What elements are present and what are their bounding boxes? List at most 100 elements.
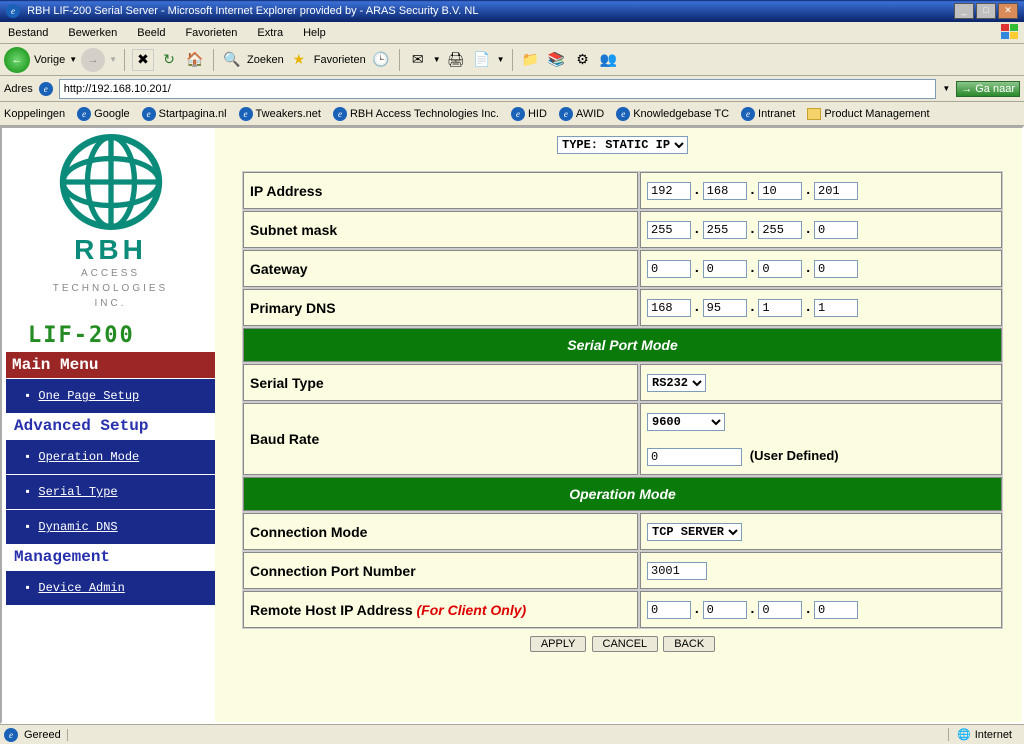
nav-device-admin[interactable]: Device Admin — [6, 570, 215, 605]
connection-mode-select[interactable]: TCP SERVER — [647, 523, 742, 541]
folder-icon[interactable]: 📁 — [520, 49, 542, 71]
url-icon: e — [39, 82, 53, 96]
history-icon[interactable]: 🕒 — [370, 49, 392, 71]
ip-octet-2[interactable] — [703, 182, 747, 200]
management-header: Management — [6, 544, 215, 570]
ip-octet-3[interactable] — [758, 182, 802, 200]
search-label[interactable]: Zoeken — [247, 54, 284, 66]
nav-one-page-setup[interactable]: One Page Setup — [6, 378, 215, 413]
window-title: RBH LIF-200 Serial Server - Microsoft In… — [27, 5, 478, 17]
remote-host-note: (For Client Only) — [417, 602, 527, 618]
address-input[interactable] — [59, 79, 937, 99]
back-dropdown-icon[interactable]: ▼ — [69, 55, 77, 64]
rh-octet-2[interactable] — [703, 601, 747, 619]
apply-button[interactable]: APPLY — [530, 636, 587, 652]
favorites-icon[interactable]: ★ — [288, 49, 310, 71]
link-kb[interactable]: eKnowledgebase TC — [616, 107, 729, 121]
main-menu-header: Main Menu — [6, 352, 215, 378]
brand-rbh: RBH — [6, 234, 215, 266]
sn-octet-3[interactable] — [758, 221, 802, 239]
link-hid[interactable]: eHID — [511, 107, 547, 121]
search-icon[interactable]: 🔍 — [221, 49, 243, 71]
nav-dynamic-dns[interactable]: Dynamic DNS — [6, 509, 215, 544]
close-button[interactable]: ✕ — [998, 3, 1018, 19]
back-button-form[interactable]: BACK — [663, 636, 715, 652]
section-serial-port-mode: Serial Port Mode — [243, 328, 1002, 362]
connection-port-label: Connection Port Number — [243, 552, 638, 589]
dns-octet-2[interactable] — [703, 299, 747, 317]
back-button[interactable]: ← — [4, 47, 30, 73]
ip-address-label: IP Address — [243, 172, 638, 209]
baud-user-defined-label: (User Defined) — [750, 448, 839, 463]
link-awid[interactable]: eAWID — [559, 107, 604, 121]
gw-octet-3[interactable] — [758, 260, 802, 278]
rh-octet-3[interactable] — [758, 601, 802, 619]
baud-rate-label: Baud Rate — [243, 403, 638, 475]
home-icon[interactable]: 🏠 — [184, 49, 206, 71]
menu-extra[interactable]: Extra — [253, 25, 287, 41]
connection-mode-label: Connection Mode — [243, 513, 638, 550]
address-dropdown-icon[interactable]: ▼ — [942, 84, 950, 93]
link-prodmgmt[interactable]: Product Management — [807, 108, 929, 120]
section-operation-mode: Operation Mode — [243, 477, 1002, 511]
mail-dropdown-icon[interactable]: ▼ — [433, 55, 441, 64]
brand-sub1: ACCESS — [6, 266, 215, 281]
refresh-icon[interactable]: ↻ — [158, 49, 180, 71]
research-icon[interactable]: 📚 — [546, 49, 568, 71]
menu-help[interactable]: Help — [299, 25, 330, 41]
serial-type-select[interactable]: RS232 — [647, 374, 706, 392]
mail-icon[interactable]: ✉ — [407, 49, 429, 71]
sn-octet-4[interactable] — [814, 221, 858, 239]
gw-octet-2[interactable] — [703, 260, 747, 278]
dns-octet-3[interactable] — [758, 299, 802, 317]
edit-dropdown-icon[interactable]: ▼ — [497, 55, 505, 64]
forward-button[interactable]: → — [81, 48, 105, 72]
forward-dropdown-icon[interactable]: ▼ — [109, 55, 117, 64]
link-tweakers[interactable]: eTweakers.net — [239, 107, 321, 121]
baud-rate-select[interactable]: 9600 — [647, 413, 725, 431]
messenger-icon[interactable]: 👥 — [598, 49, 620, 71]
brand-sub2: TECHNOLOGIES — [6, 281, 215, 296]
status-zone: Internet — [975, 729, 1012, 741]
extra1-icon[interactable]: ⚙ — [572, 49, 594, 71]
sn-octet-1[interactable] — [647, 221, 691, 239]
ip-octet-1[interactable] — [647, 182, 691, 200]
nav-operation-mode[interactable]: Operation Mode — [6, 439, 215, 474]
dns-octet-4[interactable] — [814, 299, 858, 317]
link-rbh[interactable]: eRBH Access Technologies Inc. — [333, 107, 499, 121]
subnet-label: Subnet mask — [243, 211, 638, 248]
ip-octet-4[interactable] — [814, 182, 858, 200]
nav-serial-type[interactable]: Serial Type — [6, 474, 215, 509]
menu-bewerken[interactable]: Bewerken — [64, 25, 121, 41]
advanced-setup-header: Advanced Setup — [6, 413, 215, 439]
remote-host-label: Remote Host IP Address (For Client Only) — [243, 591, 638, 628]
type-select[interactable]: TYPE: STATIC IP — [557, 136, 688, 154]
back-label[interactable]: Vorige — [34, 54, 65, 66]
serial-type-label: Serial Type — [243, 364, 638, 401]
rh-octet-4[interactable] — [814, 601, 858, 619]
rh-octet-1[interactable] — [647, 601, 691, 619]
internet-zone-icon: 🌐 — [957, 728, 971, 741]
link-google[interactable]: eGoogle — [77, 107, 129, 121]
stop-icon[interactable]: ✖ — [132, 49, 154, 71]
edit-icon[interactable]: 📄 — [471, 49, 493, 71]
model-title: LIF-200 — [6, 315, 215, 352]
maximize-button[interactable]: □ — [976, 3, 996, 19]
cancel-button[interactable]: CANCEL — [592, 636, 659, 652]
minimize-button[interactable]: _ — [954, 3, 974, 19]
link-intranet[interactable]: eIntranet — [741, 107, 795, 121]
gw-octet-4[interactable] — [814, 260, 858, 278]
baud-user-defined-input[interactable] — [647, 448, 742, 466]
gw-octet-1[interactable] — [647, 260, 691, 278]
go-button[interactable]: → Ga naar — [956, 81, 1020, 97]
menu-beeld[interactable]: Beeld — [133, 25, 169, 41]
connection-port-input[interactable] — [647, 562, 707, 580]
favorites-label[interactable]: Favorieten — [314, 54, 366, 66]
dns-octet-1[interactable] — [647, 299, 691, 317]
print-icon[interactable]: 🖨 — [445, 49, 467, 71]
link-startpagina[interactable]: eStartpagina.nl — [142, 107, 227, 121]
sn-octet-2[interactable] — [703, 221, 747, 239]
dns-label: Primary DNS — [243, 289, 638, 326]
menu-bestand[interactable]: Bestand — [4, 25, 52, 41]
menu-favorieten[interactable]: Favorieten — [181, 25, 241, 41]
